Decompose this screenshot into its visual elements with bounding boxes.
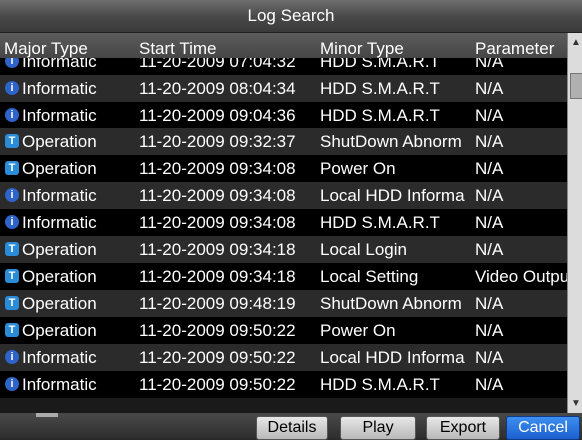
minor-type-cell: HDD S.M.A.R.T xyxy=(320,58,440,71)
column-header-major-type[interactable]: Major Type xyxy=(4,39,88,59)
start-time-cell: 11-20-2009 09:50:22 xyxy=(139,375,296,394)
info-icon: i xyxy=(5,108,19,122)
button-bar: Details Play Export Cancel xyxy=(0,413,582,440)
table-row[interactable]: T Operation 11-20-2009 09:50:22 Power On N/A xyxy=(0,317,567,344)
start-time-cell: 11-20-2009 09:34:08 xyxy=(139,159,296,178)
major-type-cell: Informatic xyxy=(22,58,97,71)
operation-icon: T xyxy=(5,323,19,337)
minor-type-cell: Power On xyxy=(320,321,396,340)
start-time-cell: 11-20-2009 07:04:32 xyxy=(139,58,296,71)
parameter-cell: N/A xyxy=(475,213,504,232)
table-row[interactable]: i Informatic 11-20-2009 07:04:32 HDD S.M.A.… xyxy=(0,58,567,75)
table-row[interactable]: i Informatic 11-20-2009 09:34:08 HDD S.M.A.… xyxy=(0,209,567,236)
export-button[interactable]: Export xyxy=(426,416,500,440)
operation-icon: T xyxy=(5,134,19,148)
start-time-cell: 11-20-2009 09:34:18 xyxy=(139,240,296,259)
vertical-scrollbar[interactable]: ▲ ▼ xyxy=(567,33,582,413)
table-row[interactable]: i Informatic 11-20-2009 08:04:34 HDD S.M.A.… xyxy=(0,75,567,102)
start-time-cell: 11-20-2009 09:34:08 xyxy=(139,186,296,205)
major-type-cell: Operation xyxy=(22,294,97,313)
parameter-cell: N/A xyxy=(475,79,504,98)
parameter-cell: N/A xyxy=(475,348,504,367)
column-header-minor-type[interactable]: Minor Type xyxy=(320,39,404,59)
start-time-cell: 11-20-2009 09:50:22 xyxy=(139,321,296,340)
major-type-cell: Operation xyxy=(22,159,97,178)
major-type-cell: Informatic xyxy=(22,348,97,367)
table-row[interactable]: i Informatic 11-20-2009 09:50:22 HDD S.M.A.… xyxy=(0,371,567,398)
operation-icon: T xyxy=(5,296,19,310)
parameter-cell: N/A xyxy=(475,186,504,205)
parameter-cell: N/A xyxy=(475,321,504,340)
major-type-cell: Operation xyxy=(22,240,97,259)
major-type-cell: Informatic xyxy=(22,375,97,394)
scrollbar-thumb[interactable] xyxy=(570,73,582,99)
minor-type-cell: Local Setting xyxy=(320,267,419,286)
info-icon: i xyxy=(5,215,19,229)
info-icon: i xyxy=(5,377,19,391)
parameter-cell: N/A xyxy=(475,106,504,125)
cancel-button[interactable]: Cancel xyxy=(506,416,580,440)
parameter-cell: N/A xyxy=(475,240,504,259)
major-type-cell: Operation xyxy=(22,267,97,286)
minor-type-cell: HDD S.M.A.R.T xyxy=(320,213,440,232)
info-icon: i xyxy=(5,81,19,95)
parameter-cell: N/A xyxy=(475,375,504,394)
minor-type-cell: ShutDown Abnorm xyxy=(320,294,462,313)
minor-type-cell: HDD S.M.A.R.T xyxy=(320,79,440,98)
start-time-cell: 11-20-2009 09:32:37 xyxy=(139,132,296,151)
parameter-cell: N/A xyxy=(475,294,504,313)
operation-icon: T xyxy=(5,242,19,256)
operation-icon: T xyxy=(5,269,19,283)
start-time-cell: 11-20-2009 09:50:22 xyxy=(139,348,296,367)
major-type-cell: Operation xyxy=(22,132,97,151)
minor-type-cell: Local HDD Informa xyxy=(320,186,465,205)
window-title: Log Search xyxy=(0,0,582,33)
play-button[interactable]: Play xyxy=(340,416,416,440)
minor-type-cell: ShutDown Abnorm xyxy=(320,132,462,151)
horizontal-scrollbar-thumb[interactable] xyxy=(36,413,58,417)
major-type-cell: Informatic xyxy=(22,186,97,205)
major-type-cell: Operation xyxy=(22,321,97,340)
minor-type-cell: Local Login xyxy=(320,240,407,259)
start-time-cell: 11-20-2009 09:48:19 xyxy=(139,294,296,313)
scroll-down-icon[interactable]: ▼ xyxy=(571,398,581,409)
info-icon: i xyxy=(5,58,19,68)
details-button[interactable]: Details xyxy=(256,416,328,440)
start-time-cell: 11-20-2009 09:04:36 xyxy=(139,106,296,125)
minor-type-cell: HDD S.M.A.R.T xyxy=(320,375,440,394)
info-icon: i xyxy=(5,188,19,202)
major-type-cell: Informatic xyxy=(22,213,97,232)
parameter-cell: N/A xyxy=(475,58,504,71)
parameter-cell: N/A xyxy=(475,132,504,151)
log-list: i Informatic 11-20-2009 07:04:32 HDD S.M.A.… xyxy=(0,58,567,408)
table-row[interactable]: T Operation 11-20-2009 09:34:18 Local Login… xyxy=(0,236,567,263)
operation-icon: T xyxy=(5,161,19,175)
parameter-cell: N/A xyxy=(475,159,504,178)
minor-type-cell: Power On xyxy=(320,159,396,178)
table-row[interactable]: T Operation 11-20-2009 09:34:08 Power On N/A xyxy=(0,155,567,182)
parameter-cell: Video Outpu xyxy=(475,267,567,286)
major-type-cell: Informatic xyxy=(22,79,97,98)
start-time-cell: 11-20-2009 09:34:08 xyxy=(139,213,296,232)
column-header-start-time[interactable]: Start Time xyxy=(139,39,216,59)
table-row[interactable]: T Operation 11-20-2009 09:32:37 ShutDown Ab… xyxy=(0,128,567,155)
table-row[interactable]: T Operation 11-20-2009 09:34:18 Local Setti… xyxy=(0,263,567,290)
log-search-window: Log Search Major Type Start Time Minor T… xyxy=(0,0,582,440)
table-row[interactable]: i Informatic 11-20-2009 09:34:08 Local HDD … xyxy=(0,182,567,209)
minor-type-cell: HDD S.M.A.R.T xyxy=(320,106,440,125)
table-row[interactable]: i Informatic 11-20-2009 09:50:22 Local HDD … xyxy=(0,344,567,371)
column-header-parameter[interactable]: Parameter xyxy=(475,39,554,59)
start-time-cell: 11-20-2009 08:04:34 xyxy=(139,79,296,98)
scroll-up-icon[interactable]: ▲ xyxy=(571,37,581,48)
table-row[interactable]: T Operation 11-20-2009 09:48:19 ShutDown Ab… xyxy=(0,290,567,317)
minor-type-cell: Local HDD Informa xyxy=(320,348,465,367)
table-row[interactable]: i Informatic 11-20-2009 09:04:36 HDD S.M.A.… xyxy=(0,102,567,129)
info-icon: i xyxy=(5,350,19,364)
start-time-cell: 11-20-2009 09:34:18 xyxy=(139,267,296,286)
major-type-cell: Informatic xyxy=(22,106,97,125)
